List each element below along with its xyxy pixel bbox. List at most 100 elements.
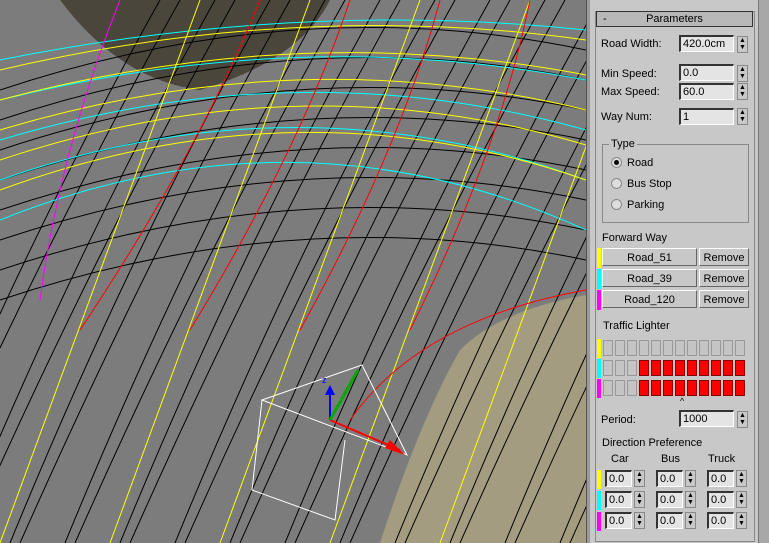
traffic-light-cell[interactable]	[735, 360, 745, 376]
cyan-road-line	[0, 56, 586, 101]
min-speed-field[interactable]: 0.0	[679, 64, 734, 81]
way-color-swatch	[597, 248, 601, 268]
traffic-light-cell[interactable]	[687, 340, 697, 356]
traffic-light-cell[interactable]	[627, 380, 637, 396]
period-field[interactable]: 1000	[679, 410, 734, 427]
yellow-road-line	[219, 0, 421, 543]
type-bus-stop-radio[interactable]	[611, 178, 622, 189]
direction-preference-field[interactable]: 0.0	[605, 491, 632, 508]
type-parking-label[interactable]: Parking	[627, 199, 664, 211]
traffic-light-cell[interactable]	[615, 340, 625, 356]
remove-way-button[interactable]: Remove	[699, 290, 749, 308]
period-label: Period:	[601, 414, 636, 426]
direction-preference-spinner[interactable]: ▲ ▼	[634, 470, 645, 487]
way-num-spinner[interactable]: ▲ ▼	[737, 108, 748, 125]
forward-way-button[interactable]: Road_39	[602, 269, 697, 287]
direction-preference-field[interactable]: 0.0	[656, 512, 683, 529]
column-car: Car	[611, 453, 629, 465]
traffic-light-cell[interactable]	[603, 340, 613, 356]
direction-preference-field[interactable]: 0.0	[707, 470, 734, 487]
direction-preference-spinner[interactable]: ▲ ▼	[685, 470, 696, 487]
direction-preference-spinner[interactable]: ▲ ▼	[736, 491, 747, 508]
traffic-light-cell[interactable]	[711, 340, 721, 356]
direction-preference-spinner[interactable]: ▲ ▼	[685, 491, 696, 508]
traffic-light-cell[interactable]	[735, 340, 745, 356]
max-speed-spinner[interactable]: ▲ ▼	[737, 83, 748, 100]
traffic-light-cell[interactable]	[663, 380, 673, 396]
traffic-light-cell[interactable]	[699, 360, 709, 376]
parameters-rollout-header[interactable]: - Parameters	[596, 11, 753, 27]
traffic-light-cell[interactable]	[723, 380, 733, 396]
traffic-light-cell[interactable]	[699, 380, 709, 396]
type-bus-stop-label[interactable]: Bus Stop	[627, 178, 672, 190]
traffic-light-cell[interactable]	[675, 380, 685, 396]
traffic-light-cell[interactable]	[639, 360, 649, 376]
forward-way-button[interactable]: Road_120	[602, 290, 697, 308]
way-num-label: Way Num:	[601, 111, 652, 123]
traffic-light-cell[interactable]	[675, 340, 685, 356]
traffic-light-cell[interactable]	[711, 380, 721, 396]
traffic-light-cell[interactable]	[687, 360, 697, 376]
direction-preference-label: Direction Preference	[602, 437, 703, 449]
direction-row-color-swatch	[597, 512, 601, 531]
light-row-color-swatch	[597, 359, 601, 378]
direction-preference-spinner[interactable]: ▲ ▼	[736, 512, 747, 529]
traffic-light-cell[interactable]	[663, 340, 673, 356]
traffic-light-cell[interactable]	[627, 360, 637, 376]
way-num-field[interactable]: 1	[679, 108, 734, 125]
direction-preference-field[interactable]: 0.0	[656, 470, 683, 487]
cyan-road-line	[0, 161, 586, 231]
traffic-lighter-label: Traffic Lighter	[603, 320, 670, 332]
panel-scrollbar[interactable]	[758, 0, 769, 543]
rollout-title: Parameters	[646, 13, 703, 25]
period-spinner[interactable]: ▲ ▼	[737, 411, 748, 428]
traffic-light-cell[interactable]	[723, 360, 733, 376]
traffic-light-cell[interactable]	[639, 380, 649, 396]
min-speed-spinner[interactable]: ▲ ▼	[737, 65, 748, 82]
direction-preference-field[interactable]: 0.0	[605, 470, 632, 487]
direction-preference-field[interactable]: 0.0	[656, 491, 683, 508]
direction-preference-spinner[interactable]: ▲ ▼	[634, 512, 645, 529]
direction-preference-field[interactable]: 0.0	[605, 512, 632, 529]
max-speed-label: Max Speed:	[601, 86, 660, 98]
traffic-light-cell[interactable]	[663, 360, 673, 376]
timeline-cursor-icon[interactable]: ^	[680, 396, 684, 406]
direction-preference-field[interactable]: 0.0	[707, 512, 734, 529]
traffic-light-cell[interactable]	[687, 380, 697, 396]
direction-preference-field[interactable]: 0.0	[707, 491, 734, 508]
max-speed-field[interactable]: 60.0	[679, 83, 734, 100]
selection-gizmo[interactable]: z	[251, 364, 409, 521]
traffic-light-cell[interactable]	[603, 360, 613, 376]
traffic-light-cell[interactable]	[711, 360, 721, 376]
way-color-swatch	[597, 269, 601, 289]
road-width-field[interactable]: 420.0cm	[679, 35, 734, 52]
road-cross-line	[0, 207, 586, 271]
traffic-light-cell[interactable]	[651, 380, 661, 396]
light-row-color-swatch	[597, 379, 601, 398]
traffic-light-cell[interactable]	[651, 360, 661, 376]
forward-way-label: Forward Way	[602, 232, 667, 244]
traffic-light-cell[interactable]	[735, 380, 745, 396]
road-width-spinner[interactable]: ▲ ▼	[737, 36, 748, 53]
direction-preference-spinner[interactable]: ▲ ▼	[685, 512, 696, 529]
traffic-light-cell[interactable]	[639, 340, 649, 356]
traffic-light-cell[interactable]	[723, 340, 733, 356]
direction-preference-spinner[interactable]: ▲ ▼	[634, 491, 645, 508]
yellow-road-line	[0, 0, 201, 543]
type-road-radio[interactable]	[611, 157, 622, 168]
traffic-light-cell[interactable]	[651, 340, 661, 356]
traffic-light-cell[interactable]	[675, 360, 685, 376]
type-parking-radio[interactable]	[611, 199, 622, 210]
traffic-light-cell[interactable]	[603, 380, 613, 396]
traffic-light-cell[interactable]	[699, 340, 709, 356]
traffic-light-cell[interactable]	[615, 360, 625, 376]
remove-way-button[interactable]: Remove	[699, 269, 749, 287]
scene: z	[0, 0, 586, 543]
remove-way-button[interactable]: Remove	[699, 248, 749, 266]
type-road-label[interactable]: Road	[627, 157, 653, 169]
direction-preference-spinner[interactable]: ▲ ▼	[736, 470, 747, 487]
forward-way-button[interactable]: Road_51	[602, 248, 697, 266]
traffic-light-cell[interactable]	[615, 380, 625, 396]
traffic-light-cell[interactable]	[627, 340, 637, 356]
3d-viewport[interactable]: z	[0, 0, 586, 543]
